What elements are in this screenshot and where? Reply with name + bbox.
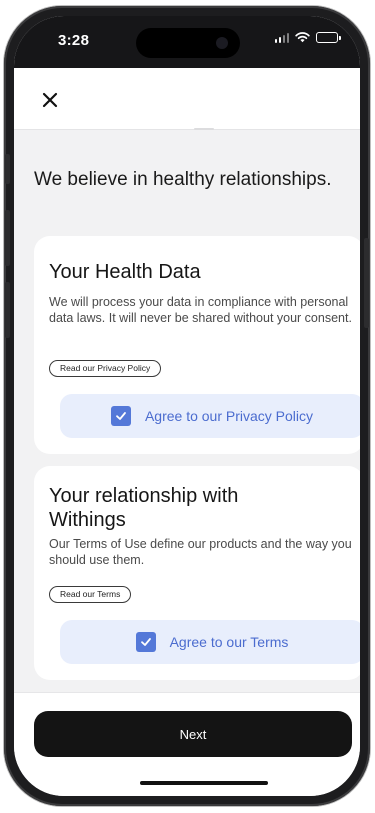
volume-down-button	[5, 282, 10, 338]
dynamic-island	[136, 28, 240, 58]
next-button[interactable]: Next	[34, 711, 352, 757]
terms-card: Your relationship with Withings Our Term…	[34, 466, 360, 680]
status-time: 3:28	[58, 32, 90, 49]
close-icon	[42, 92, 58, 108]
battery-icon	[316, 32, 341, 43]
mute-switch	[5, 154, 10, 184]
checkmark-icon	[140, 638, 151, 646]
agree-privacy-policy-label: Agree to our Privacy Policy	[144, 408, 314, 424]
power-button	[364, 238, 369, 328]
agree-privacy-policy-checkbox-row[interactable]: Agree to our Privacy Policy	[60, 394, 360, 438]
top-navigation-bar	[14, 68, 360, 130]
close-button[interactable]	[38, 88, 62, 112]
read-privacy-policy-link[interactable]: Read our Privacy Policy	[49, 360, 162, 377]
status-bar: 3:28	[14, 16, 360, 68]
checkmark-icon	[116, 412, 126, 420]
health-data-description: We will process your data in compliance …	[49, 295, 352, 325]
front-camera-icon	[216, 37, 228, 49]
agree-terms-checkbox-row[interactable]: Agree to our Terms	[60, 620, 360, 664]
health-data-title: Your Health Data	[49, 261, 201, 283]
volume-up-button	[5, 210, 10, 266]
bottom-action-panel: Next	[14, 692, 360, 796]
phone-frame: 3:28 We believe in healthy relationships…	[4, 6, 370, 806]
status-icons	[274, 32, 341, 43]
health-data-card: Your Health Data We will process your da…	[34, 236, 360, 454]
terms-description: Our Terms of Use define our products and…	[49, 537, 352, 567]
screen: 3:28 We believe in healthy relationships…	[14, 16, 360, 796]
home-indicator[interactable]	[140, 781, 268, 785]
cellular-signal-icon	[274, 32, 289, 43]
terms-title: Your relationship with Withings	[49, 485, 239, 531]
wifi-icon	[295, 32, 310, 43]
privacy-policy-checkbox[interactable]	[110, 406, 131, 426]
scroll-hint-divider	[194, 128, 214, 130]
page-headline: We believe in healthy relationships.	[34, 169, 332, 190]
terms-checkbox[interactable]	[135, 632, 156, 652]
read-terms-link[interactable]: Read our Terms	[49, 586, 132, 603]
agree-terms-label: Agree to our Terms	[169, 634, 289, 650]
